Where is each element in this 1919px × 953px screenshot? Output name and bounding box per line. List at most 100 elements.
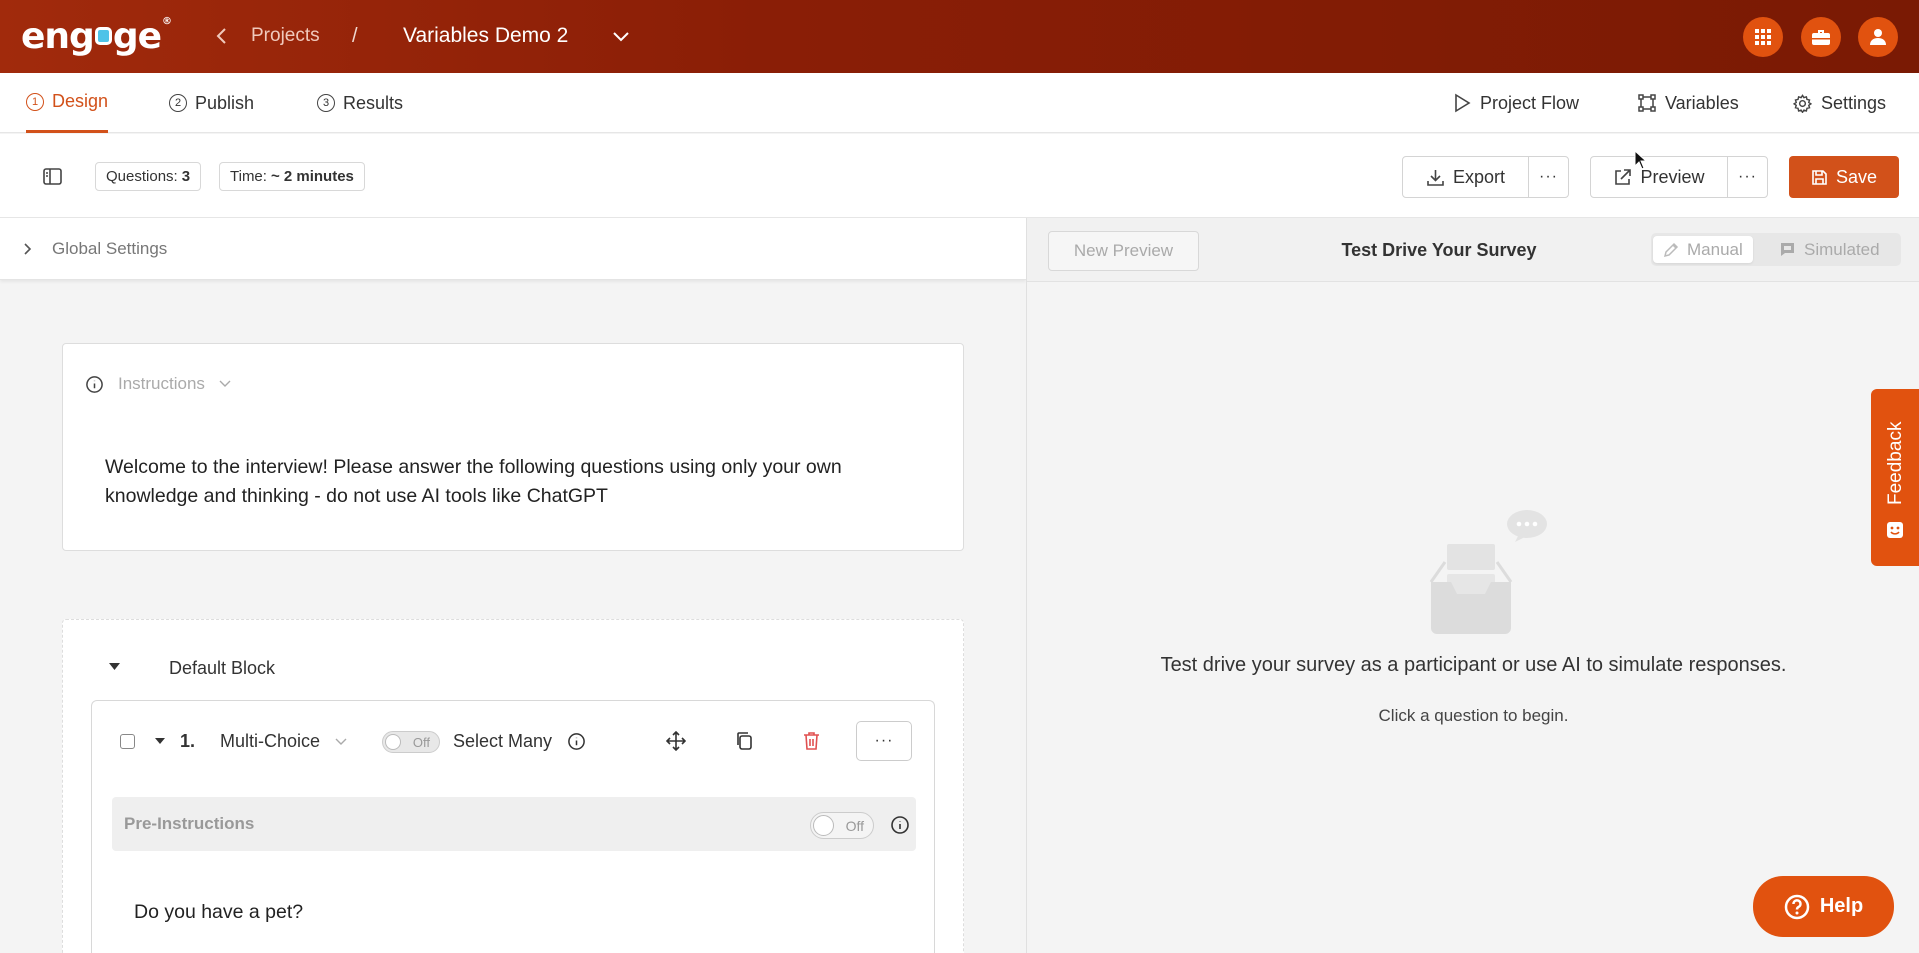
tab-bar: 1 Design 2 Publish 3 Results Project Flo…	[0, 73, 1919, 133]
pre-instructions-toggle[interactable]: Off	[810, 812, 874, 839]
question-text[interactable]: Do you have a pet?	[134, 901, 303, 924]
toolbox-button[interactable]	[1801, 17, 1841, 57]
tab-label: Publish	[195, 92, 255, 113]
breadcrumb-projects[interactable]: Projects	[251, 25, 320, 47]
question-card: 1. Multi-Choice Off Select Many ··· Pre-…	[91, 700, 935, 953]
pre-instructions-row: Pre-Instructions Off	[112, 797, 916, 851]
sidebar-toggle-icon[interactable]	[43, 168, 62, 185]
instructions-heading: Instructions	[118, 374, 205, 393]
tab-design[interactable]: 1 Design	[26, 73, 109, 133]
caret-down-icon[interactable]	[154, 737, 166, 745]
toolbox-icon	[1812, 30, 1830, 45]
preview-more-button[interactable]: ···	[1727, 156, 1768, 198]
copy-icon[interactable]	[735, 731, 753, 751]
instructions-card: Instructions Welcome to the interview! P…	[62, 343, 964, 551]
info-icon[interactable]	[890, 815, 910, 835]
chat-bot-icon	[1781, 243, 1794, 256]
move-icon[interactable]	[666, 731, 686, 751]
survey-editor-panel: Global Settings Instructions Welcome to …	[0, 218, 1026, 953]
select-many-toggle[interactable]: Off	[382, 731, 440, 753]
question-circle-icon	[1784, 894, 1810, 919]
empty-state-hint: Click a question to begin.	[1378, 706, 1569, 725]
settings-link[interactable]: Settings	[1793, 73, 1886, 133]
variables-label: Variables	[1665, 92, 1739, 113]
step-number: 1	[26, 92, 44, 111]
variables-link[interactable]: Variables	[1638, 73, 1739, 133]
mode-manual-label: Manual	[1687, 239, 1743, 259]
download-icon	[1427, 169, 1444, 186]
editor-toolbar: Questions: 3 Time: ~ 2 minutes Export ··…	[0, 134, 1919, 218]
default-block: Default Block 1. Multi-Choice Off Select…	[62, 619, 964, 953]
breadcrumb-separator: /	[352, 25, 358, 47]
step-number: 2	[169, 94, 187, 112]
more-horizontal-icon: ···	[874, 732, 894, 749]
info-icon	[86, 375, 103, 393]
help-button[interactable]: Help	[1753, 876, 1894, 937]
project-flow-link[interactable]: Project Flow	[1453, 73, 1579, 133]
user-icon	[1870, 29, 1886, 45]
info-icon[interactable]	[567, 732, 586, 751]
user-avatar-button[interactable]	[1858, 17, 1898, 57]
variables-icon	[1638, 94, 1656, 112]
step-number: 3	[317, 94, 335, 112]
chevron-down-icon	[335, 738, 347, 746]
chevron-down-icon[interactable]	[612, 29, 630, 43]
chevron-left-icon[interactable]	[215, 25, 229, 47]
feedback-tab[interactable]: Feedback	[1871, 389, 1919, 566]
mode-manual[interactable]: Manual	[1653, 236, 1753, 263]
question-type-dropdown[interactable]: Multi-Choice	[220, 731, 347, 752]
export-more-button[interactable]: ···	[1528, 156, 1569, 198]
time-label: Time:	[230, 168, 267, 185]
tab-publish[interactable]: 2 Publish	[169, 73, 254, 133]
mouse-cursor-icon	[1634, 150, 1648, 170]
global-settings-row[interactable]: Global Settings	[0, 218, 1026, 280]
toggle-knob	[813, 815, 834, 836]
chevron-right-icon	[24, 243, 32, 255]
apps-grid-button[interactable]	[1743, 17, 1783, 57]
more-horizontal-icon: ···	[1539, 168, 1558, 185]
block-title[interactable]: Default Block	[169, 658, 275, 679]
top-bar: eng ge® Projects / Variables Demo 2	[0, 0, 1919, 73]
grid-icon	[1755, 29, 1771, 45]
pre-instructions-label: Pre-Instructions	[124, 814, 255, 833]
project-flow-label: Project Flow	[1480, 92, 1580, 113]
questions-label: Questions:	[106, 168, 178, 185]
settings-label: Settings	[1821, 92, 1887, 113]
chevron-down-icon	[219, 380, 231, 387]
preview-button[interactable]: Preview	[1590, 156, 1728, 198]
question-select-checkbox[interactable]	[120, 734, 135, 749]
questions-count-chip: Questions: 3	[95, 162, 202, 191]
export-button[interactable]: Export	[1402, 156, 1529, 198]
questions-count: 3	[181, 168, 191, 185]
project-title: Variables Demo 2	[403, 24, 569, 47]
tab-label: Design	[52, 91, 109, 111]
trash-icon[interactable]	[803, 731, 820, 751]
time-estimate-chip: Time: ~ 2 minutes	[219, 162, 365, 191]
instructions-header[interactable]: Instructions	[85, 374, 231, 394]
question-type-label: Multi-Choice	[220, 731, 321, 751]
instructions-text[interactable]: Welcome to the interview! Please answer …	[105, 453, 925, 511]
new-preview-button[interactable]: New Preview	[1048, 231, 1199, 271]
pencil-icon	[1663, 242, 1679, 257]
help-label: Help	[1819, 895, 1864, 917]
mode-simulated-label: Simulated	[1804, 239, 1880, 259]
preview-mode-switch: Manual Simulated	[1651, 233, 1901, 266]
save-button[interactable]: Save	[1789, 156, 1899, 198]
mode-simulated[interactable]: Simulated	[1769, 236, 1890, 263]
question-header-row: 1. Multi-Choice Off Select Many ···	[92, 701, 936, 781]
toggle-state: Off	[412, 735, 430, 750]
preview-panel: New Preview Test Drive Your Survey Manua…	[1026, 218, 1919, 953]
question-more-button[interactable]: ···	[856, 721, 912, 761]
tab-label: Results	[343, 92, 404, 113]
toggle-state: Off	[845, 818, 864, 834]
toggle-knob	[385, 734, 401, 750]
caret-down-icon[interactable]	[108, 662, 121, 671]
global-settings-label: Global Settings	[52, 238, 168, 258]
question-number: 1.	[180, 731, 196, 751]
tab-results[interactable]: 3 Results	[317, 73, 403, 133]
preview-label: Preview	[1640, 166, 1705, 187]
empty-inbox-illustration	[1423, 506, 1555, 636]
time-value: ~ 2 minutes	[270, 168, 354, 185]
preview-title: Test Drive Your Survey	[1341, 240, 1537, 260]
engage-logo[interactable]: eng ge®	[21, 16, 172, 57]
